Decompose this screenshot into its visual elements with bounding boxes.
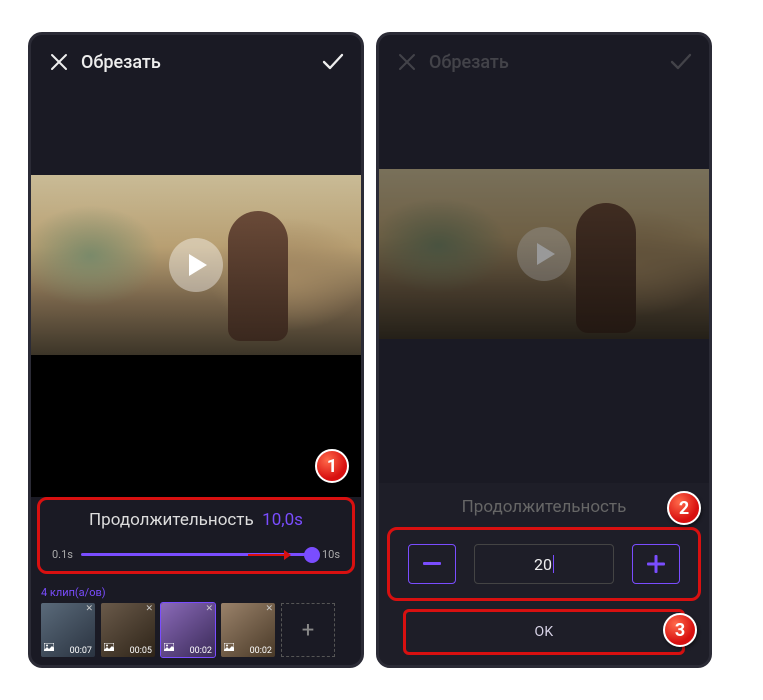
slider-min-label: 0.1s — [52, 548, 73, 561]
header-title: Обрезать — [75, 52, 317, 73]
video-preview — [379, 169, 709, 339]
video-preview — [31, 175, 361, 355]
clip-duration: 00:02 — [250, 646, 272, 656]
play-button[interactable] — [517, 227, 571, 281]
header: Обрезать — [31, 35, 361, 89]
duration-label: Продолжительность — [379, 483, 709, 527]
duration-input-value: 20 — [534, 555, 552, 574]
slider-max-label: 10s — [322, 548, 340, 561]
duration-value[interactable]: 10,0s — [262, 510, 303, 530]
text-caret — [553, 555, 554, 573]
clip-thumbnail[interactable]: ✕ 00:02 — [161, 603, 215, 657]
close-icon[interactable] — [43, 53, 75, 71]
clip-remove-icon[interactable]: ✕ — [145, 604, 153, 614]
ok-button[interactable]: OK — [405, 611, 683, 653]
confirm-icon[interactable] — [317, 53, 349, 71]
duration-stepper: 20 — [387, 527, 701, 601]
add-clip-button[interactable]: + — [281, 603, 335, 657]
duration-slider[interactable]: 0.1s 10s — [52, 548, 340, 561]
clip-remove-icon[interactable]: ✕ — [85, 604, 93, 614]
duration-sheet: Продолжительность 20 OK — [379, 483, 709, 665]
arrow-right-icon — [248, 549, 292, 561]
play-button[interactable] — [169, 238, 223, 292]
callout-badge: 1 — [315, 449, 349, 483]
slider-thumb[interactable] — [304, 547, 320, 563]
clip-duration: 00:02 — [190, 646, 212, 656]
clip-thumbnail[interactable]: ✕ 00:05 — [101, 603, 155, 657]
image-icon — [164, 636, 174, 655]
header-title: Обрезать — [423, 52, 665, 73]
image-icon — [224, 636, 234, 655]
close-icon[interactable] — [391, 53, 423, 71]
clips-section: 4 клип(а/ов) ✕ 00:07 ✕ 00:05 ✕ 00:02 — [31, 580, 361, 665]
callout-badge: 2 — [667, 491, 701, 525]
clip-remove-icon[interactable]: ✕ — [265, 604, 273, 614]
slider-track[interactable] — [81, 553, 314, 556]
clip-thumbnail[interactable]: ✕ 00:07 — [41, 603, 95, 657]
clip-duration: 00:07 — [70, 646, 92, 656]
clips-list: ✕ 00:07 ✕ 00:05 ✕ 00:02 ✕ 00:02 — [41, 603, 351, 657]
clip-thumbnail[interactable]: ✕ 00:02 — [221, 603, 275, 657]
image-icon — [44, 636, 54, 655]
phone-left: Обрезать Продолжительность 10,0s 0.1s — [28, 32, 364, 668]
decrement-button[interactable] — [408, 544, 456, 584]
image-icon — [104, 636, 114, 655]
duration-input[interactable]: 20 — [474, 544, 614, 584]
duration-label: Продолжительность — [89, 510, 254, 530]
clips-count-label: 4 клип(а/ов) — [41, 586, 351, 599]
confirm-icon[interactable] — [665, 53, 697, 71]
preview-black-area — [31, 355, 361, 497]
phone-right: Обрезать Продолжительность 20 — [376, 32, 712, 668]
duration-label-row: Продолжительность 10,0s — [52, 510, 340, 530]
duration-panel: Продолжительность 10,0s 0.1s 10s — [37, 497, 355, 574]
increment-button[interactable] — [632, 544, 680, 584]
ok-button-label: OK — [534, 624, 553, 640]
clip-remove-icon[interactable]: ✕ — [205, 604, 213, 614]
clip-duration: 00:05 — [130, 646, 152, 656]
callout-badge: 3 — [663, 613, 697, 647]
header: Обрезать — [379, 35, 709, 89]
